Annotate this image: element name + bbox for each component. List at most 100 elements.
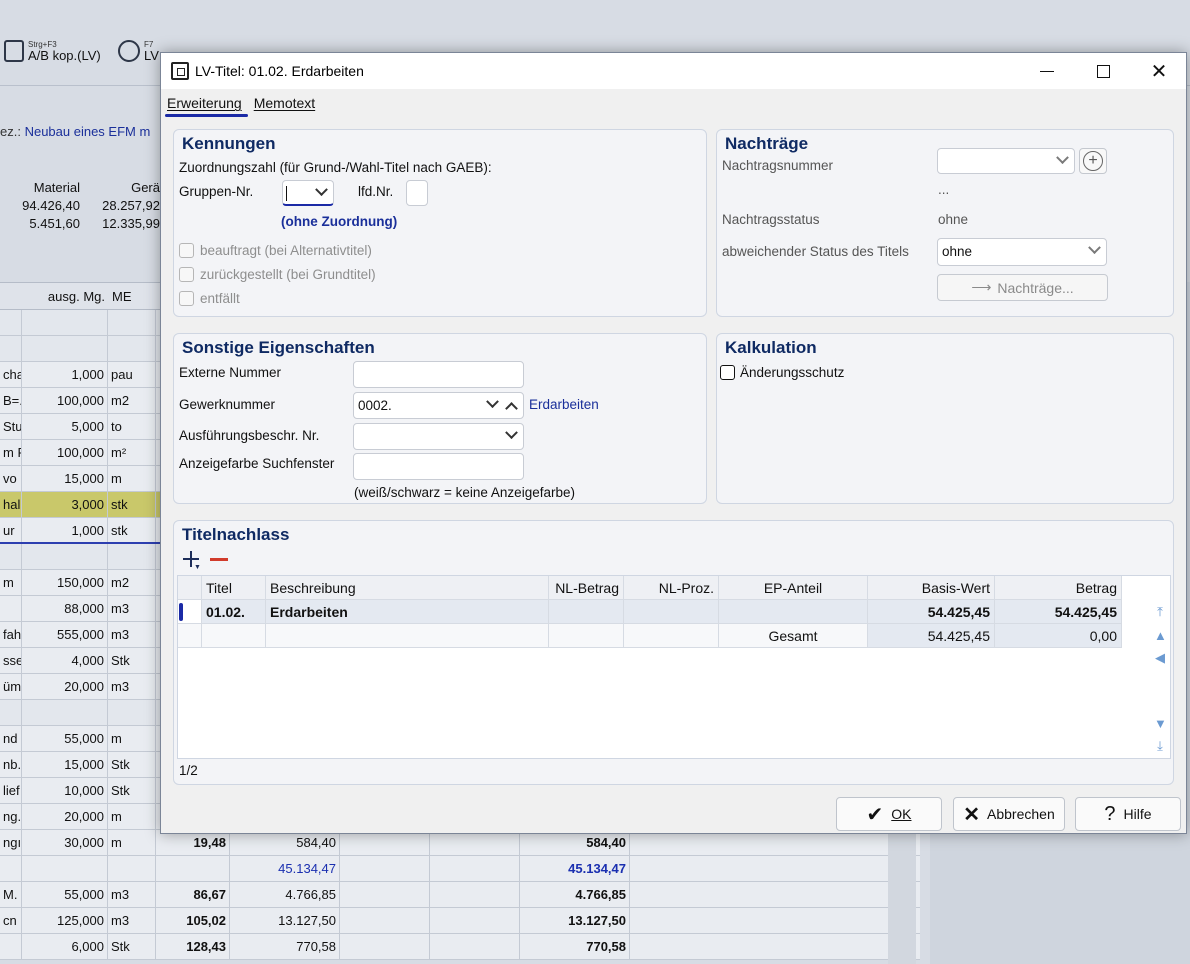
add-nachtrag-button[interactable]: +	[1079, 148, 1107, 174]
header-nl-betrag[interactable]: NL-Betrag	[549, 576, 624, 600]
beauftragt-label: beauftragt (bei Alternativtitel)	[200, 243, 372, 258]
externe-nummer-label: Externe Nummer	[179, 365, 282, 380]
table-pager: 1/2	[179, 763, 198, 778]
row-selection-marker	[179, 603, 183, 621]
maximize-icon	[1096, 64, 1110, 78]
table-row[interactable]: 01.02. Erdarbeiten 54.425,45 54.425,45	[178, 600, 1172, 624]
nl-proz-cell[interactable]	[624, 600, 719, 624]
header-basis-wert[interactable]: Basis-Wert	[868, 576, 995, 600]
add-row-icon[interactable]: ▼	[182, 551, 202, 571]
nachtragsnummer-label: Nachtragsnummer	[722, 158, 834, 173]
chevron-down-icon	[486, 395, 499, 409]
gewerknummer-combo[interactable]: 0002.	[353, 392, 524, 419]
nachtragsstatus-label: Nachtragsstatus	[722, 212, 820, 227]
gruppen-combo[interactable]	[282, 180, 334, 206]
kalkulation-group: Kalkulation Änderungsschutz	[716, 333, 1174, 504]
gewerknummer-label: Gewerknummer	[179, 397, 276, 412]
gruppen-label: Gruppen-Nr.	[179, 184, 254, 199]
table-scrollbar[interactable]: ⤒ ▲ ◀ ▼ ⤓	[1150, 600, 1170, 760]
close-button[interactable]: ✕	[1131, 53, 1187, 89]
header-titel[interactable]: Titel	[202, 576, 266, 600]
sonstige-title: Sonstige Eigenschaften	[182, 338, 375, 357]
anzeigefarbe-input[interactable]	[353, 453, 524, 480]
scroll-first-icon[interactable]: ⤒	[1154, 605, 1166, 618]
ohne-zuordnung-text: (ohne Zuordnung)	[281, 214, 398, 229]
abweichender-status-label: abweichender Status des Titels	[722, 244, 909, 259]
scroll-up-icon[interactable]: ▲	[1154, 629, 1167, 642]
nachtraege-button[interactable]: ⟶ Nachträge...	[937, 274, 1108, 301]
table-summary-row: Gesamt 54.425,45 0,00	[178, 624, 1172, 648]
help-button[interactable]: ? Hilfe	[1075, 797, 1181, 831]
titelnachlass-title: Titelnachlass	[182, 525, 290, 544]
sonstige-eigenschaften-group: Sonstige Eigenschaften Externe Nummer Ge…	[173, 333, 707, 504]
ausfuehrungsbeschr-label: Ausführungsbeschr. Nr.	[179, 428, 320, 443]
table-row[interactable]: 6,000 Stk 128,43 770,58 770,58	[0, 934, 920, 960]
checkmark-icon: ✔	[866, 803, 884, 826]
kalkulation-title: Kalkulation	[725, 338, 817, 357]
nachtrag-dots: ...	[938, 182, 950, 197]
gesamt-basis: 54.425,45	[868, 624, 995, 648]
close-icon: ✕	[1150, 60, 1168, 83]
zuordnung-label: Zuordnungszahl (für Grund-/Wahl-Titel na…	[179, 160, 492, 175]
info-icon	[118, 40, 140, 62]
chevron-down-icon	[505, 426, 518, 440]
lv-title-dialog: LV-Titel: 01.02. Erdarbeiten ✕ Erweiteru…	[160, 52, 1187, 834]
app-icon	[171, 62, 189, 80]
maximize-button[interactable]	[1075, 53, 1131, 89]
dialog-menubar: Erweiterung Memotext	[161, 89, 1186, 117]
arrow-right-icon: ⟶	[971, 279, 992, 295]
zurueckgestellt-checkbox[interactable]	[179, 267, 194, 282]
toolbar-copy-ab-button[interactable]: Strg+F3 A/B kop.(LV)	[4, 40, 101, 63]
chevron-down-icon	[1088, 241, 1101, 255]
copy-icon	[4, 40, 24, 62]
nl-betrag-cell[interactable]	[549, 600, 624, 624]
gewerk-name: Erdarbeiten	[529, 397, 599, 412]
header-nl-proz[interactable]: NL-Proz.	[624, 576, 719, 600]
aenderungsschutz-label: Änderungsschutz	[740, 365, 845, 380]
menu-erweiterung[interactable]: Erweiterung	[165, 95, 248, 117]
remove-row-icon[interactable]	[210, 558, 228, 561]
anzeigefarbe-label: Anzeigefarbe Suchfenster	[179, 456, 335, 471]
header-beschreibung[interactable]: Beschreibung	[266, 576, 549, 600]
close-x-icon: ✕	[963, 803, 981, 826]
aenderungsschutz-checkbox[interactable]	[720, 365, 735, 380]
scroll-down-icon[interactable]: ▼	[1154, 717, 1167, 730]
anzeigefarbe-hint: (weiß/schwarz = keine Anzeigefarbe)	[354, 485, 575, 500]
nachtraege-group: Nachträge Nachtragsnummer + ... Nachtrag…	[716, 129, 1174, 317]
table-header-row: Titel Beschreibung NL-Betrag NL-Proz. EP…	[178, 576, 1172, 600]
cancel-button[interactable]: ✕ Abbrechen	[953, 797, 1065, 831]
nachtragsnummer-combo[interactable]	[937, 148, 1075, 174]
table-row[interactable]: 45.134,47 45.134,47	[0, 856, 920, 882]
header-betrag[interactable]: Betrag	[995, 576, 1122, 600]
abweichender-status-combo[interactable]: ohne	[937, 238, 1107, 266]
minimize-button[interactable]	[1019, 53, 1075, 89]
table-row[interactable]: cn 125,000 m3 105,02 13.127,50 13.127,50	[0, 908, 920, 934]
beauftragt-checkbox[interactable]	[179, 243, 194, 258]
gesamt-betrag: 0,00	[995, 624, 1122, 648]
menu-memotext[interactable]: Memotext	[254, 95, 321, 111]
nachtraege-title: Nachträge	[725, 134, 809, 153]
ok-button[interactable]: ✔ OK	[836, 797, 942, 831]
titelnachlass-group: Titelnachlass ▼ Titel Beschreibung NL-Be…	[173, 520, 1174, 785]
dialog-titlebar[interactable]: LV-Titel: 01.02. Erdarbeiten ✕	[161, 53, 1186, 89]
project-link[interactable]: Neubau eines EFM m	[25, 124, 151, 139]
dialog-title: LV-Titel: 01.02. Erdarbeiten	[195, 63, 364, 79]
header-ep-anteil[interactable]: EP-Anteil	[719, 576, 868, 600]
scroll-last-icon[interactable]: ⤓	[1154, 739, 1166, 752]
project-label: ez.: Neubau eines EFM m	[0, 124, 151, 139]
chevron-down-icon	[1056, 151, 1069, 165]
ausfuehrungsbeschr-combo[interactable]	[353, 423, 524, 450]
grid-scrollbar[interactable]	[888, 830, 916, 964]
question-mark-icon: ?	[1104, 802, 1116, 825]
gesamt-label: Gesamt	[719, 624, 868, 648]
lfd-label: lfd.Nr.	[358, 184, 394, 199]
externe-nummer-input[interactable]	[353, 361, 524, 388]
chevron-up-icon	[505, 402, 518, 415]
toolbar-lv-info-button[interactable]: F7 LV	[118, 40, 159, 63]
lfd-input[interactable]	[406, 180, 428, 206]
scroll-left-icon[interactable]: ◀	[1154, 651, 1166, 664]
entfaellt-checkbox[interactable]	[179, 291, 194, 306]
nachtragsstatus-value: ohne	[938, 212, 969, 227]
cost-summary: Material Gerä 94.426,40 28.257,92 5.451,…	[22, 179, 160, 231]
table-row[interactable]: M. 55,000 m3 86,67 4.766,85 4.766,85	[0, 882, 920, 908]
